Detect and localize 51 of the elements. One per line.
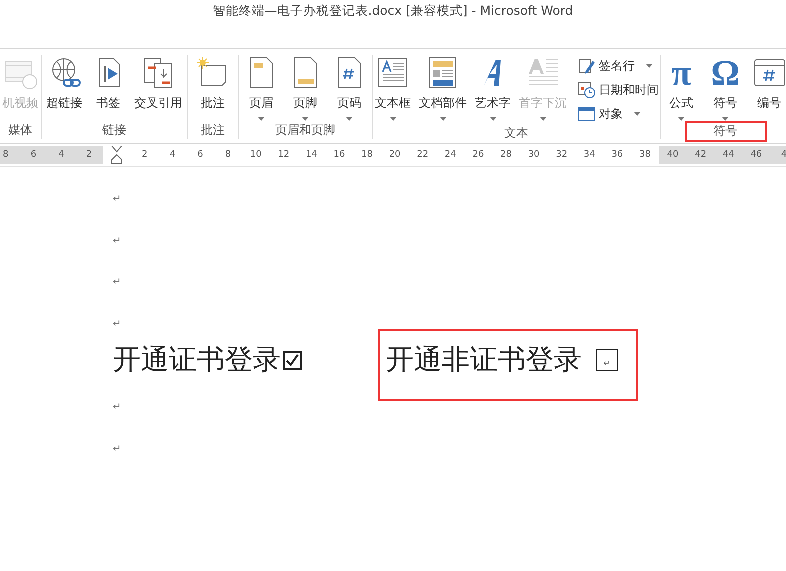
group-label: 符号	[684, 121, 766, 142]
symbol-icon: π	[672, 55, 692, 91]
paragraph-mark: ↵	[604, 358, 610, 370]
option-label: 开通证书登录	[113, 344, 281, 378]
ribbon-button[interactable]: 书签	[88, 55, 130, 121]
ribbon-button[interactable]: 批注	[192, 55, 234, 121]
check-icon	[286, 354, 299, 366]
ribbon-button[interactable]: 签名行	[576, 55, 661, 77]
ruler-number: 2	[75, 146, 104, 164]
ruler-number: 40	[659, 146, 687, 164]
group-label: 页眉和页脚	[276, 122, 336, 138]
option-label: 开通非证书登录	[386, 344, 582, 378]
paragraph-mark: ↵	[113, 236, 122, 247]
group-label: 批注	[201, 122, 225, 138]
ribbon-button[interactable]: 页码	[328, 55, 370, 121]
ribbon-button[interactable]: 超链接	[44, 55, 86, 121]
ribbon-button[interactable]: 文档部件	[416, 55, 470, 121]
ruler-number: 8	[0, 146, 20, 164]
symbol-icon: Ω	[711, 55, 740, 91]
ruler-number: 4	[48, 146, 76, 164]
ruler-number: 46	[742, 146, 770, 164]
group-label: 文本	[504, 125, 528, 142]
calendar-clock-icon	[578, 81, 596, 99]
ribbon-button[interactable]: 交叉引用	[132, 55, 186, 121]
paragraph-mark: ↵	[113, 277, 122, 288]
ribbon-button[interactable]: 页眉	[240, 55, 282, 121]
paragraph-mark: ↵	[113, 444, 122, 455]
checkbox[interactable]	[283, 350, 302, 370]
cross-reference-icon	[142, 56, 176, 90]
checkbox[interactable]: ↵	[596, 349, 618, 371]
ribbon-button[interactable]: 页脚	[284, 55, 326, 121]
group-label: 链接	[102, 122, 126, 138]
window-title: 智能终端—电子办税登记表.docx [兼容模式] - Microsoft Word	[212, 3, 574, 20]
indent-marker-icon[interactable]	[111, 146, 124, 164]
ribbon-button[interactable]: 文本框	[372, 55, 414, 121]
group-label: 媒体	[8, 122, 32, 138]
ribbon-button[interactable]: 对象	[576, 103, 661, 125]
ruler-number: 44	[714, 146, 743, 164]
text-box-icon	[376, 56, 410, 90]
ruler-number: 42	[686, 146, 715, 164]
ribbon-button[interactable]: 日期和时间	[576, 79, 661, 101]
ribbon-button[interactable]: 编号	[748, 55, 786, 121]
ribbon-button[interactable]: π 公式	[660, 55, 702, 121]
paragraph-mark: ↵	[113, 402, 122, 414]
ribbon-button[interactable]: 艺术字	[472, 55, 514, 121]
paragraph-mark: ↵	[113, 194, 122, 206]
paragraph-mark: ↵	[113, 318, 122, 330]
ruler-number: 6	[20, 146, 48, 164]
ribbon-button[interactable]: Ω 符号	[704, 55, 746, 121]
signature-pen-icon	[578, 57, 596, 75]
object-window-icon	[578, 105, 596, 123]
